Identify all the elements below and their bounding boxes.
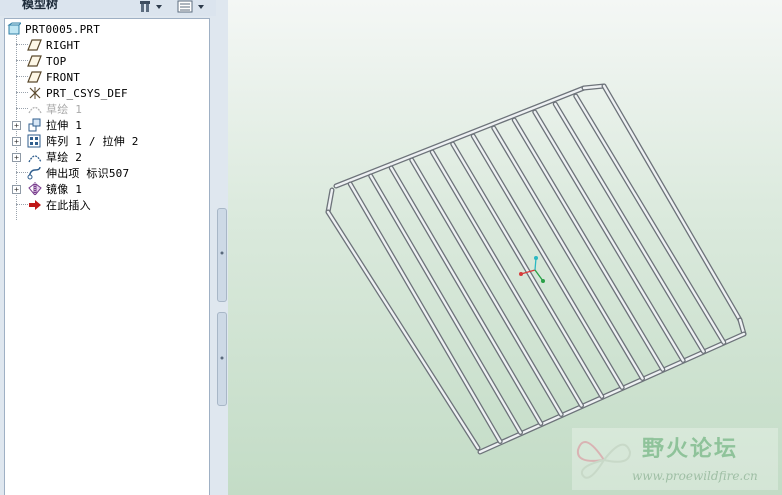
tree-show-icon — [177, 0, 204, 13]
tree-item-front[interactable]: FRONT — [27, 69, 80, 85]
part-icon — [7, 22, 21, 35]
panel-title: 模型树 — [22, 0, 59, 11]
datum-plane-icon — [27, 55, 42, 67]
tree-item-label: 草绘 1 — [46, 103, 83, 116]
sketch-icon — [28, 155, 42, 163]
tree-item-pattern-1[interactable]: 阵列 1 / 拉伸 2 — [27, 133, 139, 149]
wire-rack — [325, 83, 747, 455]
graphics-viewport[interactable] — [228, 0, 782, 495]
tree-item-sketch-2[interactable]: 草绘 2 — [27, 149, 82, 165]
tree-item-label: 镜像 1 — [46, 183, 83, 196]
sketch-icon — [28, 106, 42, 114]
mirror-icon — [28, 182, 42, 196]
tree-item-insert-here[interactable]: 在此插入 — [27, 197, 91, 213]
tree-item-label: 在此插入 — [46, 199, 91, 212]
tree-item-sketch-1[interactable]: 草绘 1 — [27, 101, 82, 117]
grip-dot-icon — [220, 356, 224, 360]
watermark-title: 野火论坛 — [642, 437, 739, 462]
tree-item-top[interactable]: TOP — [27, 53, 66, 69]
tree-item-label: 草绘 2 — [46, 151, 83, 164]
datum-plane-icon — [27, 71, 42, 83]
tree-item-label: 伸出项 标识507 — [46, 167, 130, 180]
datum-plane-icon — [27, 39, 42, 51]
tree-item-mirror-1[interactable]: 镜像 1 — [27, 181, 82, 197]
model-tree-panel: 模型树 PRT0005.PRT RIGHT TOP FRONT PRT_CSYS… — [0, 0, 216, 495]
pattern-icon — [27, 134, 41, 148]
grip-dot-icon — [220, 251, 224, 255]
insert-here-arrow-icon — [29, 200, 41, 210]
tree-item-protrusion[interactable]: 伸出项 标识507 — [27, 165, 129, 181]
expand-toggle-icon[interactable]: + — [12, 185, 21, 194]
tree-item-label: 阵列 1 / 拉伸 2 — [46, 135, 139, 148]
model-tree-header: 模型树 — [0, 0, 216, 16]
tree-show-button[interactable] — [177, 0, 209, 14]
rack-frame-right-highlight — [602, 84, 742, 322]
tree-item-extrude-1[interactable]: 拉伸 1 — [27, 117, 82, 133]
wire-rack-model — [325, 83, 747, 455]
coordinate-system-icon — [29, 87, 41, 99]
tree-item-label: TOP — [46, 54, 67, 68]
tree-item-label: PRT_CSYS_DEF — [46, 86, 128, 100]
tree-item-label: FRONT — [46, 70, 81, 84]
tree-root[interactable]: PRT0005.PRT — [7, 21, 100, 37]
watermark-url: www.proewildfire.cn — [632, 469, 758, 483]
tree-item-right[interactable]: RIGHT — [27, 37, 80, 53]
expand-toggle-icon[interactable]: + — [12, 153, 21, 162]
expand-toggle-icon[interactable]: + — [12, 137, 21, 146]
butterfly-logo-icon — [576, 441, 632, 479]
tree-item-csys[interactable]: PRT_CSYS_DEF — [27, 85, 128, 101]
tree-item-label: 拉伸 1 — [46, 119, 83, 132]
model-tree: PRT0005.PRT RIGHT TOP FRONT PRT_CSYS_DEF… — [4, 18, 210, 495]
extrude-icon — [28, 118, 41, 132]
tree-settings-icon — [140, 1, 162, 12]
sweep-icon — [27, 166, 41, 180]
tree-root-label: PRT0005.PRT — [25, 22, 101, 36]
expand-toggle-icon[interactable]: + — [12, 121, 21, 130]
tree-settings-button[interactable] — [139, 0, 165, 14]
rack-frame-left-highlight — [326, 210, 480, 450]
tree-item-label: RIGHT — [46, 38, 81, 52]
